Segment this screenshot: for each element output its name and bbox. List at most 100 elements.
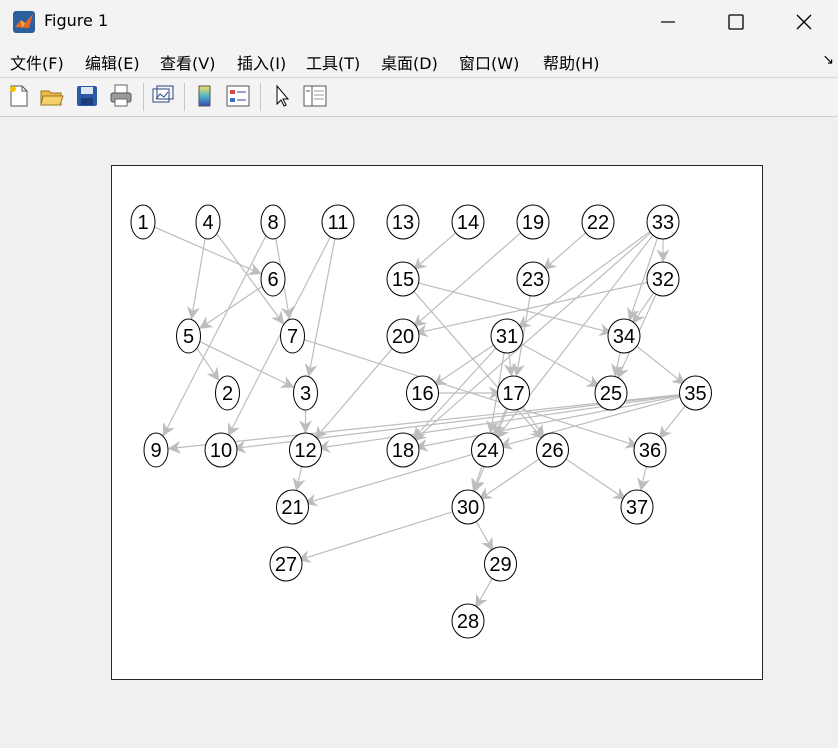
close-button[interactable]: [770, 0, 838, 44]
graph-node: 4: [195, 204, 221, 240]
graph-plot: 1 4 8 11 13 14 19 22 336 15 23 325 7 20 31 342 3 16 17 25 35…: [130, 204, 712, 639]
graph-node: 1: [130, 204, 156, 240]
graph-node-label: 30: [457, 497, 479, 519]
graph-node: 21: [276, 489, 309, 525]
graph-node: 37: [620, 489, 654, 525]
legend-icon[interactable]: [225, 83, 251, 109]
menu-overflow-arrow[interactable]: ↘: [822, 52, 834, 68]
graph-node-label: 16: [411, 383, 433, 405]
graph-edge: [632, 290, 656, 325]
graph-node: 25: [594, 375, 628, 411]
graph-node: 15: [386, 261, 420, 297]
graph-node: 12: [289, 432, 322, 468]
graph-node-label: 17: [502, 383, 524, 405]
graph-node-label: 8: [267, 212, 278, 234]
menu-tools[interactable]: 工具(T): [306, 50, 360, 74]
graph-node-label: 25: [600, 383, 622, 405]
menu-desktop[interactable]: 桌面(D): [381, 50, 438, 74]
graph-node-label: 35: [684, 383, 706, 405]
print-icon[interactable]: [108, 83, 134, 109]
graph-node: 13: [386, 204, 420, 240]
minimize-button[interactable]: [634, 0, 702, 44]
graph-node-label: 27: [275, 554, 297, 576]
graph-node-label: 15: [392, 269, 414, 291]
link-plot-icon[interactable]: [150, 83, 176, 109]
graph-node: 20: [386, 318, 420, 354]
menu-edit[interactable]: 编辑(E): [85, 50, 140, 74]
graph-node: 23: [516, 261, 550, 297]
graph-node: 3: [293, 375, 318, 411]
graph-edge: [562, 456, 627, 500]
graph-node: 30: [451, 489, 485, 525]
graph-node-label: 9: [150, 440, 161, 462]
property-inspector-icon[interactable]: [302, 83, 328, 109]
toolbar-separator: [260, 83, 261, 111]
graph-node: 27: [269, 546, 303, 582]
graph-node: 35: [679, 375, 712, 411]
graph-node-label: 36: [639, 440, 661, 462]
graph-edge: [292, 466, 306, 492]
menu-file[interactable]: 文件(F): [10, 50, 64, 74]
new-figure-icon[interactable]: [6, 83, 32, 109]
graph-node: 17: [497, 375, 530, 411]
graph-node: 16: [406, 375, 439, 411]
graph-edge: [471, 465, 484, 492]
menu-window[interactable]: 窗口(W): [459, 50, 519, 74]
graph-node-label: 4: [202, 212, 213, 234]
graph-node-label: 10: [210, 440, 232, 462]
graph-edge: [542, 230, 589, 271]
maximize-button[interactable]: [702, 0, 770, 44]
graph-edge: [475, 576, 494, 609]
toolbar-separator: [184, 83, 185, 111]
graph-node: 22: [581, 204, 615, 240]
graph-node-label: 31: [496, 326, 518, 348]
maximize-icon: [728, 14, 744, 30]
graph-node: 33: [646, 204, 680, 240]
graph-node-label: 13: [392, 212, 414, 234]
graph-node: 7: [280, 318, 305, 354]
graph-node-label: 29: [489, 554, 511, 576]
graph-edge: [658, 403, 687, 439]
graph-node-label: 14: [457, 212, 479, 234]
graph-node-label: 7: [287, 326, 298, 348]
graph-node-label: 6: [267, 269, 278, 291]
graph-edge: [297, 510, 457, 563]
graph-node-label: 32: [652, 269, 674, 291]
graph-node: 8: [260, 204, 286, 240]
graph-node-label: 19: [522, 212, 544, 234]
graph-edge: [611, 352, 624, 378]
graph-edge: [199, 340, 295, 388]
matlab-icon: [13, 11, 35, 33]
pointer-icon[interactable]: [269, 83, 295, 109]
menu-help[interactable]: 帮助(H): [543, 50, 600, 74]
graph-edge: [304, 238, 336, 377]
close-icon: [796, 14, 812, 30]
graph-node: 5: [176, 318, 201, 354]
graph-node-label: 5: [183, 326, 194, 348]
graph-node: 36: [633, 432, 667, 468]
graph-edge: [634, 343, 686, 385]
graph-node: 2: [215, 375, 240, 411]
graph-node: 28: [451, 603, 485, 639]
graph-node: 18: [386, 432, 420, 468]
graph-node: 31: [490, 318, 524, 354]
graph-edge: [637, 466, 650, 492]
graph-node-label: 3: [300, 383, 311, 405]
toolbar-separator: [143, 83, 144, 111]
graph-node-label: 22: [587, 212, 609, 234]
graph-node: 11: [321, 204, 355, 240]
graph-edge: [199, 285, 263, 329]
graph-node-label: 2: [222, 383, 233, 405]
save-icon[interactable]: [74, 83, 100, 109]
menu-insert[interactable]: 插入(I): [237, 50, 286, 74]
graph-edge: [412, 230, 524, 328]
open-file-icon[interactable]: [39, 83, 65, 109]
colorbar-icon[interactable]: [192, 83, 218, 109]
graph-node-label: 12: [294, 440, 316, 462]
graph-node: 24: [471, 432, 504, 468]
graph-edge: [517, 341, 601, 388]
menu-view[interactable]: 查看(V): [160, 50, 215, 74]
graph-node-label: 37: [626, 497, 648, 519]
toolbar: [0, 77, 838, 117]
graph-node: 26: [536, 432, 569, 468]
